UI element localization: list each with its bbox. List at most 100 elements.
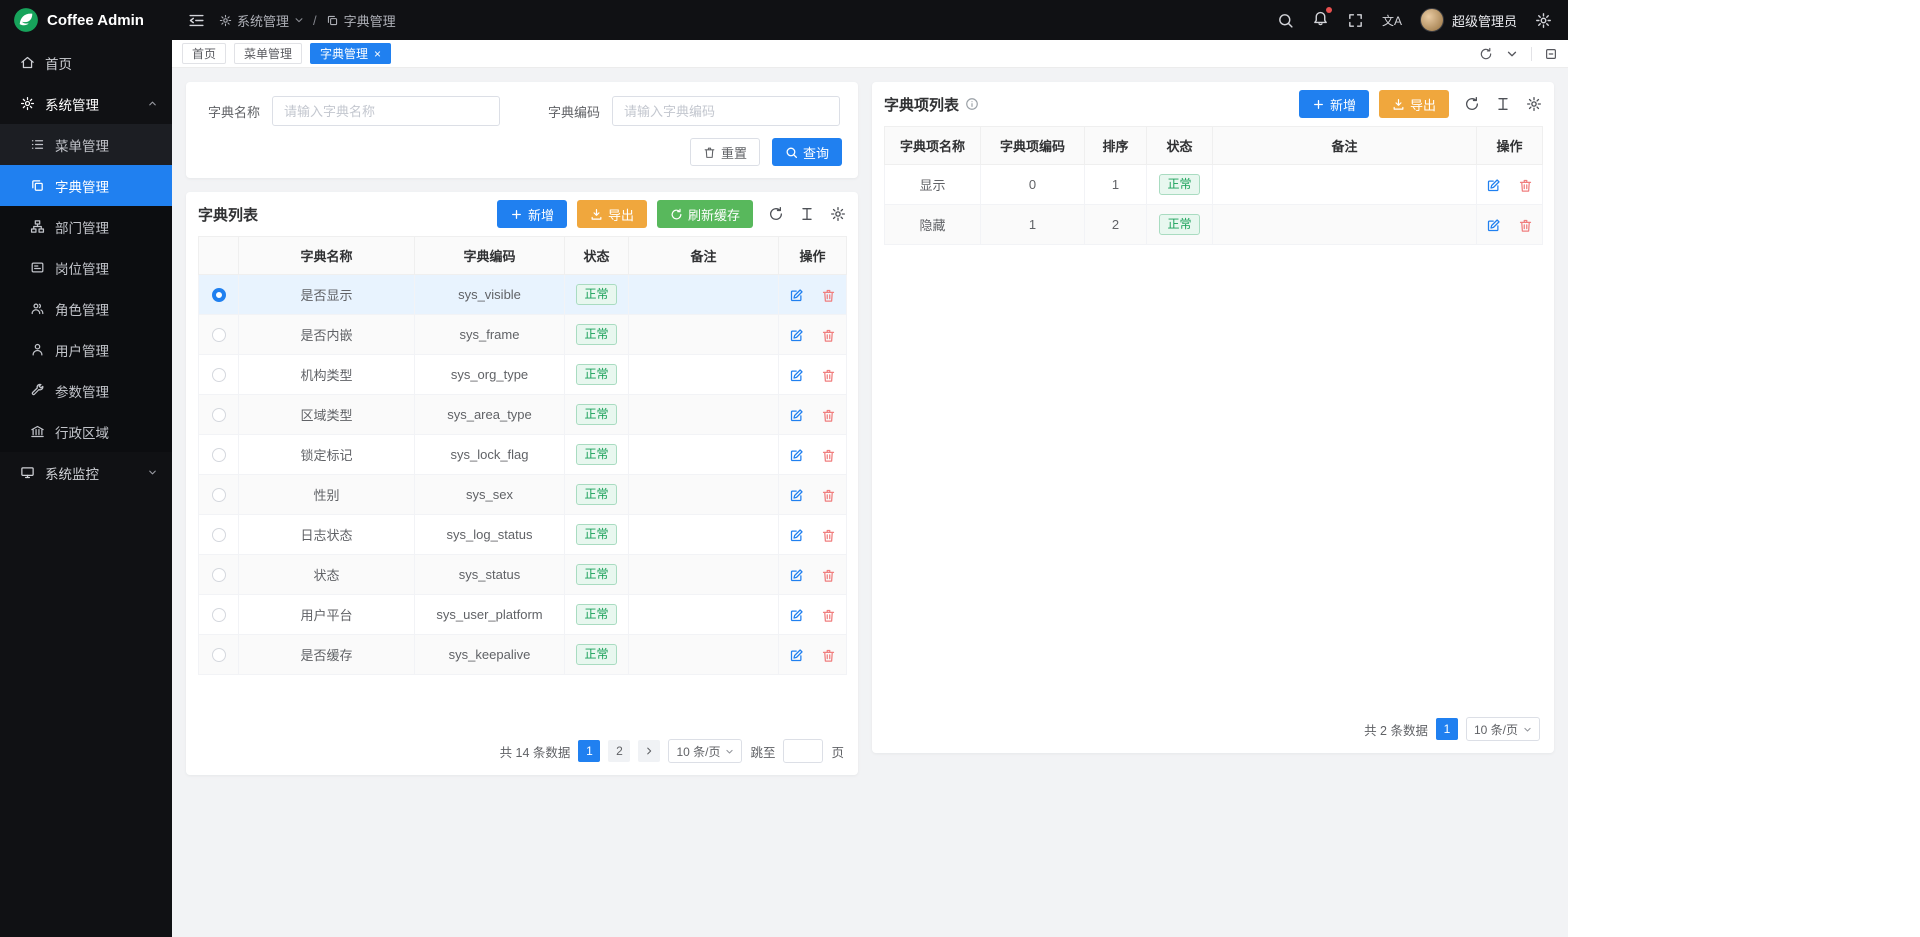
row-radio[interactable] [212,328,226,342]
row-radio[interactable] [212,448,226,462]
column-settings-icon[interactable] [830,206,846,222]
sidebar-item-user-mgmt[interactable]: 用户管理 [0,329,172,370]
row-radio[interactable] [212,608,226,622]
delete-icon[interactable] [1518,178,1533,193]
content-fullscreen-icon[interactable] [1544,47,1558,61]
edit-icon[interactable] [789,288,804,303]
edit-icon[interactable] [789,368,804,383]
edit-icon[interactable] [789,488,804,503]
export-items-button[interactable]: 导出 [1379,90,1449,118]
tab-dict-mgmt[interactable]: 字典管理 × [310,43,391,64]
next-page-button[interactable] [638,740,660,762]
table-row[interactable]: 锁定标记 sys_lock_flag 正常 [199,435,847,475]
row-radio[interactable] [212,408,226,422]
sidebar-item-dict-mgmt[interactable]: 字典管理 [0,165,172,206]
tab-home[interactable]: 首页 [182,43,226,64]
notifications-button[interactable] [1312,9,1329,31]
refresh-icon[interactable] [1464,96,1480,112]
dict-name-input[interactable] [272,96,500,126]
page-2-button[interactable]: 2 [608,740,630,762]
remark-cell [629,635,779,675]
delete-icon[interactable] [821,448,836,463]
translate-icon[interactable]: 文A [1382,12,1402,29]
page-size-select[interactable]: 10 条/页 [668,739,742,763]
row-radio[interactable] [212,488,226,502]
dict-name-cell: 日志状态 [239,515,415,555]
dict-code-input[interactable] [612,96,840,126]
edit-icon[interactable] [1486,178,1501,193]
sidebar-item-role-mgmt[interactable]: 角色管理 [0,288,172,329]
row-radio[interactable] [212,648,226,662]
col-header-remark: 备注 [1213,127,1477,165]
refresh-icon[interactable] [768,206,784,222]
table-row[interactable]: 区域类型 sys_area_type 正常 [199,395,847,435]
sidebar-item-home[interactable]: 首页 [0,42,172,83]
delete-icon[interactable] [821,368,836,383]
table-row[interactable]: 性别 sys_sex 正常 [199,475,847,515]
edit-icon[interactable] [789,648,804,663]
sidebar-item-system[interactable]: 系统管理 [0,83,172,124]
breadcrumb-current[interactable]: 字典管理 [326,11,396,30]
row-radio[interactable] [212,568,226,582]
close-icon[interactable]: × [374,48,381,60]
table-row[interactable]: 是否缓存 sys_keepalive 正常 [199,635,847,675]
sidebar-item-post-mgmt[interactable]: 岗位管理 [0,247,172,288]
chevron-down-icon[interactable] [1505,47,1519,61]
refresh-cache-button[interactable]: 刷新缓存 [657,200,753,228]
edit-icon[interactable] [1486,218,1501,233]
fullscreen-icon[interactable] [1347,12,1364,29]
row-radio[interactable] [212,528,226,542]
refresh-icon[interactable] [1479,47,1493,61]
edit-icon[interactable] [789,448,804,463]
user-menu[interactable]: 超级管理员 [1420,8,1517,32]
edit-icon[interactable] [789,328,804,343]
sidebar-item-menu-mgmt[interactable]: 菜单管理 [0,124,172,165]
add-button[interactable]: 新增 [497,200,567,228]
table-row[interactable]: 状态 sys_status 正常 [199,555,847,595]
density-icon[interactable] [799,206,815,222]
row-radio[interactable] [212,368,226,382]
edit-icon[interactable] [789,568,804,583]
delete-icon[interactable] [821,568,836,583]
delete-icon[interactable] [821,608,836,623]
add-item-button[interactable]: 新增 [1299,90,1369,118]
table-row[interactable]: 是否内嵌 sys_frame 正常 [199,315,847,355]
edit-icon[interactable] [789,528,804,543]
page-jump-input[interactable] [783,739,823,763]
density-icon[interactable] [1495,96,1511,112]
table-row[interactable]: 显示 0 1 正常 [885,165,1543,205]
reset-button[interactable]: 重置 [690,138,760,166]
table-row[interactable]: 用户平台 sys_user_platform 正常 [199,595,847,635]
sidebar-item-monitor[interactable]: 系统监控 [0,452,172,493]
delete-icon[interactable] [821,648,836,663]
sidebar-item-dept-mgmt[interactable]: 部门管理 [0,206,172,247]
table-row[interactable]: 是否显示 sys_visible 正常 [199,275,847,315]
app-logo[interactable]: Coffee Admin [0,0,172,40]
query-button[interactable]: 查询 [772,138,842,166]
delete-icon[interactable] [821,528,836,543]
table-row[interactable]: 机构类型 sys_org_type 正常 [199,355,847,395]
sidebar-item-region-mgmt[interactable]: 行政区域 [0,411,172,452]
sidebar-item-param-mgmt[interactable]: 参数管理 [0,370,172,411]
table-row[interactable]: 日志状态 sys_log_status 正常 [199,515,847,555]
search-icon[interactable] [1277,12,1294,29]
table-row[interactable]: 隐藏 1 2 正常 [885,205,1543,245]
row-radio[interactable] [212,288,226,302]
breadcrumb-parent[interactable]: 系统管理 [219,11,304,30]
menu-fold-icon[interactable] [188,12,205,29]
export-button[interactable]: 导出 [577,200,647,228]
settings-gear-icon[interactable] [1535,12,1552,29]
delete-icon[interactable] [821,408,836,423]
column-settings-icon[interactable] [1526,96,1542,112]
page-1-button[interactable]: 1 [578,740,600,762]
tab-menu-mgmt[interactable]: 菜单管理 [234,43,302,64]
delete-icon[interactable] [821,288,836,303]
info-icon[interactable] [965,97,979,111]
delete-icon[interactable] [821,328,836,343]
page-size-select[interactable]: 10 条/页 [1466,717,1540,741]
page-1-button[interactable]: 1 [1436,718,1458,740]
edit-icon[interactable] [789,608,804,623]
edit-icon[interactable] [789,408,804,423]
delete-icon[interactable] [1518,218,1533,233]
delete-icon[interactable] [821,488,836,503]
